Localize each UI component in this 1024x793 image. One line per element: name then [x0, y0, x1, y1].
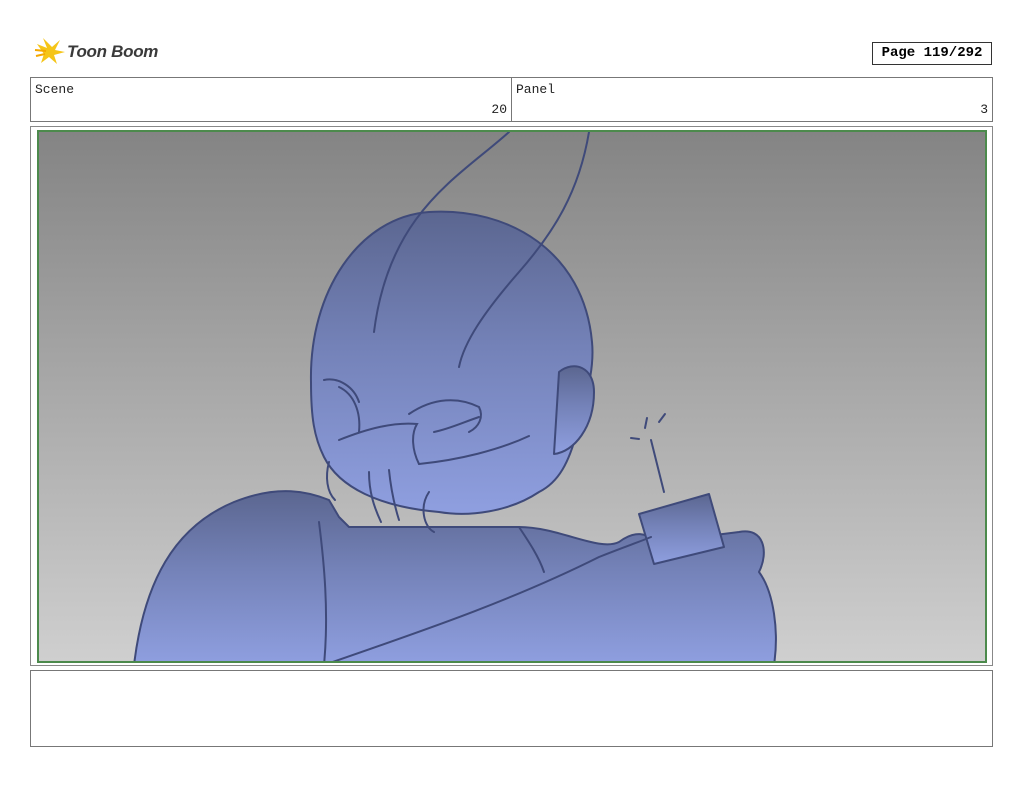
scene-cell: Scene 20 [31, 78, 512, 121]
page-number: Page 119/292 [872, 42, 992, 65]
scene-label: Scene [35, 82, 75, 97]
panel-label: Panel [516, 82, 556, 97]
sketch-figure-icon [133, 132, 777, 661]
brand-name: Toon Boom [67, 42, 159, 61]
scene-panel-header: Scene 20 Panel 3 [30, 77, 993, 122]
panel-cell: Panel 3 [512, 78, 992, 121]
panel-number: 3 [980, 102, 988, 117]
toon-boom-logo: Toon Boom [33, 36, 163, 70]
caption-box [30, 670, 993, 747]
panel-image [37, 130, 987, 663]
scene-number: 20 [491, 102, 507, 117]
toon-boom-star-icon [34, 38, 65, 64]
